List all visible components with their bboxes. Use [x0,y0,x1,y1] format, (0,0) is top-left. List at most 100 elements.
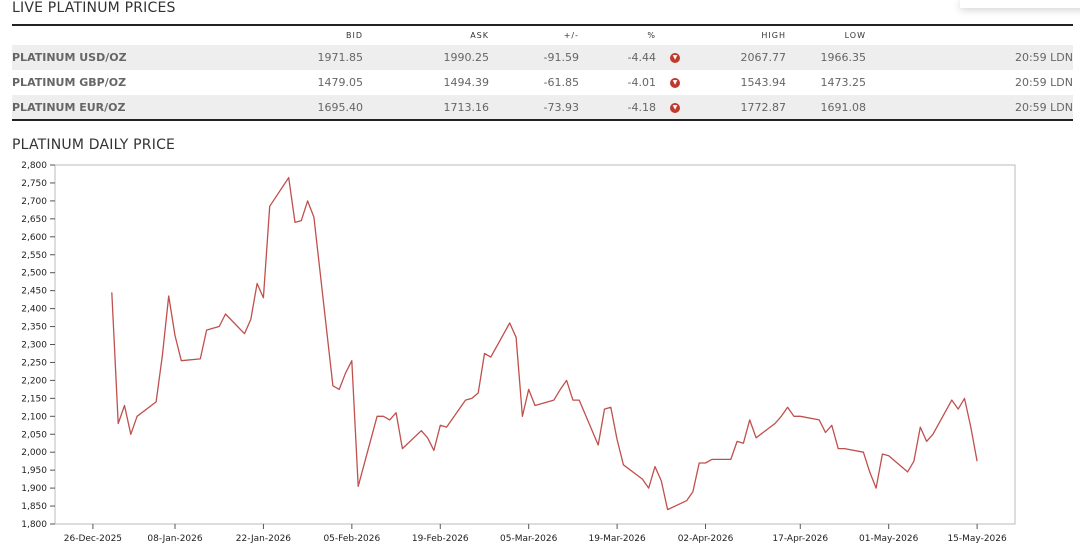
data-point [875,487,878,490]
data-point [887,454,890,457]
data-point [931,433,934,436]
data-point [792,415,795,418]
data-point [401,447,404,450]
arrow-down-circle-icon: ▼ [670,53,680,63]
data-point [843,447,846,450]
header-low: LOW [844,31,866,40]
data-point [205,329,208,332]
x-tick-label: 01-May-2026 [859,534,919,544]
header-pct: % [647,31,656,40]
down-icon-cell: ▼ [670,95,700,120]
data-point [654,465,657,468]
low-value: 1966.35 [820,51,867,64]
data-point [211,327,214,330]
data-point [294,221,297,224]
header-change: +/- [563,31,579,40]
high-value: 2067.77 [740,51,787,64]
data-point [565,379,568,382]
data-point [597,444,600,447]
bid-value: 1695.40 [317,100,364,114]
data-point [224,312,227,315]
data-point [799,415,802,418]
data-point [704,461,707,464]
y-tick-label: 2,550 [21,251,47,261]
data-point [742,442,745,445]
live-prices-title: LIVE PLATINUM PRICES [12,0,176,16]
data-point [129,433,132,436]
ask-value: 1713.16 [443,100,490,114]
metal-name: PLATINUM USD/OZ [12,51,127,64]
data-point [439,424,442,427]
header-cell [670,25,700,45]
y-tick-label: 2,450 [21,287,47,297]
live-prices-table: BID ASK +/- % HIGH LOW PLATINUM USD/OZ 19… [12,24,1073,121]
y-tick-label: 2,150 [21,394,47,404]
data-point [963,397,966,400]
data-point [534,404,537,407]
y-tick-label: 2,300 [21,341,47,351]
high-value: 1543.94 [740,76,787,89]
data-point [161,354,164,357]
data-point [868,470,871,473]
data-point [748,418,751,421]
low-value: 1691.08 [820,100,867,114]
arrow-down-circle-icon: ▼ [670,102,680,113]
data-point [123,404,126,407]
data-point [388,418,391,421]
data-point [110,291,113,294]
down-icon-cell: ▼ [670,45,700,70]
data-point [432,449,435,452]
header-shadow [960,0,1080,8]
data-point [243,332,246,335]
data-point [136,415,139,418]
data-point [830,424,833,427]
time-value: 20:59 LDN [1014,100,1073,114]
time-value: 20:59 LDN [1014,51,1073,64]
y-tick-label: 2,050 [21,430,47,440]
data-point [685,499,688,502]
data-point [950,399,953,402]
data-point [300,219,303,222]
data-point [117,422,120,425]
y-tick-label: 1,800 [21,520,47,530]
data-point [306,199,309,202]
header-cell [916,25,1073,45]
data-point [489,356,492,359]
change-value: -61.85 [543,76,579,89]
data-point [660,479,663,482]
data-point [736,440,739,443]
x-tick-label: 05-Mar-2026 [500,534,558,544]
header-ask: ASK [470,31,489,40]
table-row: PLATINUM USD/OZ 1971.85 1990.25 -91.59 -4.44… [12,45,1073,70]
data-point [641,478,644,481]
data-point [515,336,518,339]
bid-value: 1971.85 [317,51,364,64]
data-point [218,325,221,328]
data-point [350,359,353,362]
data-point [616,438,619,441]
data-point [925,440,928,443]
data-point [912,460,915,463]
y-tick-label: 2,500 [21,269,47,279]
data-point [774,422,777,425]
y-tick-label: 2,000 [21,448,47,458]
x-tick-label: 05-Feb-2026 [323,534,380,544]
data-point [622,463,625,466]
y-tick-label: 2,250 [21,358,47,368]
data-point [976,460,979,463]
arrow-down-circle-icon: ▼ [670,78,680,88]
data-point [249,318,252,321]
x-tick-label: 02-Apr-2026 [678,534,734,544]
data-point [862,451,865,454]
data-point [786,406,789,409]
data-point [338,388,341,391]
x-tick-label: 15-May-2026 [947,534,1007,544]
data-point [167,295,170,298]
data-point [710,458,713,461]
change-value: -91.59 [543,51,579,64]
data-point [780,415,783,418]
data-point [344,372,347,375]
data-point [180,359,183,362]
table-header-row: BID ASK +/- % HIGH LOW [12,25,1073,45]
bid-value: 1479.05 [317,76,364,89]
